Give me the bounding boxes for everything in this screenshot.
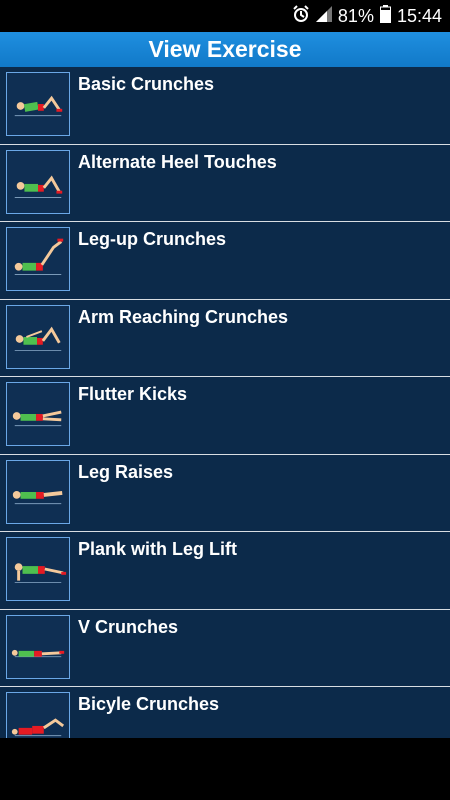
app-bar: View Exercise	[0, 32, 450, 67]
exercise-row-plank-with-leg-lift[interactable]: Plank with Leg Lift	[0, 532, 450, 610]
exercise-thumbnail	[6, 614, 70, 679]
clock: 15:44	[396, 5, 442, 26]
exercise-thumbnail	[6, 692, 70, 738]
exercise-thumbnail	[6, 227, 70, 291]
exercise-name: Alternate Heel Touches	[78, 151, 277, 172]
exercise-thumbnail	[6, 304, 70, 369]
battery-icon	[379, 4, 391, 28]
exercise-thumbnail	[6, 382, 70, 446]
bottom-area	[0, 738, 450, 800]
exercise-thumbnail	[6, 459, 70, 524]
page-title: View Exercise	[148, 36, 302, 62]
exercise-name: Bicyle Crunches	[78, 694, 220, 714]
exercise-name: Arm Reaching Crunches	[78, 306, 289, 327]
alarm-icon	[292, 4, 310, 28]
exercise-name: Leg Raises	[78, 461, 174, 482]
exercise-thumbnail	[6, 149, 70, 214]
exercise-name: V Crunches	[78, 616, 179, 637]
exercise-name: Plank with Leg Lift	[78, 539, 238, 559]
exercise-thumbnail	[6, 537, 70, 601]
exercise-row-bicyle-crunches[interactable]: Bicyle Crunches	[0, 687, 450, 738]
exercise-name: Basic Crunches	[78, 74, 215, 94]
exercise-row-leg-raises[interactable]: Leg Raises	[0, 455, 450, 532]
exercise-row-arm-reaching-crunches[interactable]: Arm Reaching Crunches	[0, 300, 450, 377]
status-icons: 81% 15:44	[292, 0, 442, 32]
status-bar: 81% 15:44	[0, 0, 450, 32]
exercise-name: Flutter Kicks	[78, 384, 188, 404]
exercise-row-alternate-heel-touches[interactable]: Alternate Heel Touches	[0, 145, 450, 222]
exercise-row-basic-crunches[interactable]: Basic Crunches	[0, 67, 450, 145]
exercise-list[interactable]: Basic Crunches Alternate Heel Touches Le…	[0, 67, 450, 738]
battery-percent: 81%	[337, 5, 374, 26]
exercise-row-flutter-kicks[interactable]: Flutter Kicks	[0, 377, 450, 455]
exercise-row-leg-up-crunches[interactable]: Leg-up Crunches	[0, 222, 450, 300]
exercise-name: Leg-up Crunches	[78, 229, 227, 249]
exercise-row-v-crunches[interactable]: V Crunches	[0, 610, 450, 687]
exercise-thumbnail	[6, 72, 70, 136]
signal-icon	[315, 5, 332, 27]
